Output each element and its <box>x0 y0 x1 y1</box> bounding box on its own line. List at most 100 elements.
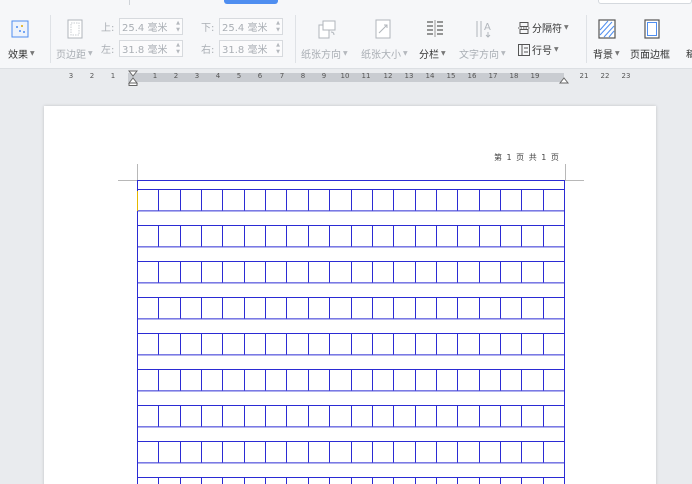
chevron-down-icon: ▼ <box>501 50 506 57</box>
ruler-tick-label: 7 <box>279 72 285 80</box>
horizontal-ruler[interactable]: 3 2 1 1 2 3 4 5 6 7 8 9 10 11 12 13 14 15 16 17 18 19 21 22 23 <box>0 70 692 86</box>
text-cursor <box>137 191 138 211</box>
ruler-tick-label: 1 <box>152 72 158 80</box>
ruler-tick-label: 18 <box>509 72 519 80</box>
spinner-arrows-icon[interactable]: ▲ ▼ <box>176 42 180 56</box>
ruler-tick-label: 11 <box>361 72 371 80</box>
margin-top-field: 上: 25.4 毫米 ▲ ▼ <box>101 18 183 35</box>
ruler-tick-label: 4 <box>215 72 221 80</box>
page-layout-ribbon: 效果 ▼ 页边距 ▼ 上: 25.4 毫米 ▲ ▼ 左: 31.8 毫米 ▲ ▼ 下: 25… <box>0 5 692 69</box>
page-border-icon[interactable] <box>641 18 663 40</box>
margin-bottom-label: 下: <box>201 23 215 34</box>
ruler-tick-label: 3 <box>68 72 74 80</box>
ruler-tick-label: 2 <box>173 72 179 80</box>
ruler-tick-label: 8 <box>300 72 306 80</box>
overflow-ribbon-item: 稿 <box>686 50 692 58</box>
chevron-down-icon: ▼ <box>615 50 620 57</box>
ribbon-separator <box>586 15 587 63</box>
ruler-tick-label: 22 <box>600 72 610 80</box>
margin-right-value: 31.8 毫米 <box>222 45 268 56</box>
manuscript-grid[interactable] <box>137 180 565 484</box>
line-numbers-icon <box>518 43 530 56</box>
page-border-label: 页面边框 <box>630 50 670 61</box>
margins-label: 页边距 <box>56 50 86 61</box>
columns-icon[interactable] <box>424 18 446 40</box>
background-label: 背景 <box>593 50 613 61</box>
crop-mark <box>565 180 584 181</box>
chevron-down-icon: ▼ <box>403 50 408 57</box>
first-line-indent-marker-icon[interactable] <box>127 70 139 90</box>
ruler-tick-label: 1 <box>110 72 116 80</box>
effects-icon[interactable] <box>9 18 31 40</box>
page-header-text[interactable]: 第 1 页 共 1 页 <box>494 152 560 163</box>
orientation-label: 纸张方向 <box>301 50 341 61</box>
search-box-edge[interactable] <box>598 0 692 4</box>
ruler-tick-label: 14 <box>425 72 435 80</box>
margin-bottom-input[interactable]: 25.4 毫米 ▲ ▼ <box>219 18 283 35</box>
ruler-tick-label: 16 <box>467 72 477 80</box>
paper-size-button[interactable]: 纸张大小 ▼ <box>361 46 408 61</box>
chevron-down-icon: ▼ <box>88 50 93 57</box>
ruler-tick-label: 5 <box>236 72 242 80</box>
line-numbers-label: 行号 <box>532 46 552 57</box>
chevron-down-icon: ▼ <box>554 46 559 53</box>
columns-button[interactable]: 分栏 ▼ <box>419 46 446 61</box>
margin-left-value: 31.8 毫米 <box>122 45 168 56</box>
margin-right-label: 右: <box>201 45 215 56</box>
margin-top-label: 上: <box>101 23 115 34</box>
background-icon[interactable] <box>596 18 618 40</box>
ruler-tick-label: 23 <box>621 72 631 80</box>
margin-left-label: 左: <box>101 45 115 56</box>
ruler-tick-label: 17 <box>488 72 498 80</box>
spinner-arrows-icon[interactable]: ▲ ▼ <box>276 20 280 34</box>
background-button[interactable]: 背景 ▼ <box>593 46 620 61</box>
ruler-tick-label: 13 <box>404 72 414 80</box>
margin-bottom-value: 25.4 毫米 <box>222 23 268 34</box>
right-indent-marker-icon[interactable] <box>558 70 570 90</box>
chevron-down-icon: ▼ <box>441 50 446 57</box>
margin-left-field: 左: 31.8 毫米 ▲ ▼ <box>101 40 183 57</box>
margin-right-input[interactable]: 31.8 毫米 ▲ ▼ <box>219 40 283 57</box>
text-direction-label: 文字方向 <box>459 50 499 61</box>
orientation-icon[interactable] <box>316 18 338 40</box>
paper-size-label: 纸张大小 <box>361 50 401 61</box>
crop-mark <box>137 164 138 180</box>
crop-mark <box>565 164 566 180</box>
breaks-button[interactable]: 分隔符 ▼ <box>518 20 569 35</box>
active-tab-indicator[interactable] <box>224 0 278 4</box>
paper-size-icon[interactable] <box>372 18 394 40</box>
svg-text:A: A <box>484 22 491 33</box>
spinner-arrows-icon[interactable]: ▲ ▼ <box>276 42 280 56</box>
crop-mark <box>118 180 137 181</box>
columns-label: 分栏 <box>419 50 439 61</box>
ribbon-separator <box>50 15 51 63</box>
effects-button[interactable]: 效果 ▼ <box>8 46 35 61</box>
effects-label: 效果 <box>8 50 28 61</box>
margins-button[interactable]: 页边距 ▼ <box>56 46 93 61</box>
margin-right-field: 右: 31.8 毫米 ▲ ▼ <box>201 40 283 57</box>
margin-left-input[interactable]: 31.8 毫米 ▲ ▼ <box>119 40 183 57</box>
chevron-down-icon: ▼ <box>564 24 569 31</box>
breaks-icon <box>518 21 530 34</box>
ruler-tick-label: 2 <box>89 72 95 80</box>
margin-bottom-field: 下: 25.4 毫米 ▲ ▼ <box>201 18 283 35</box>
ruler-tick-label: 3 <box>194 72 200 80</box>
breaks-label: 分隔符 <box>532 24 562 35</box>
text-direction-button[interactable]: 文字方向 ▼ <box>459 46 506 61</box>
chevron-down-icon: ▼ <box>343 50 348 57</box>
grid-lines <box>137 180 565 484</box>
margin-top-input[interactable]: 25.4 毫米 ▲ ▼ <box>119 18 183 35</box>
orientation-button[interactable]: 纸张方向 ▼ <box>301 46 348 61</box>
ruler-tick-label: 19 <box>530 72 540 80</box>
page-border-button[interactable]: 页面边框 <box>630 46 670 61</box>
spinner-arrows-icon[interactable]: ▲ ▼ <box>176 20 180 34</box>
ruler-tick-label: 21 <box>579 72 589 80</box>
text-direction-icon[interactable]: A <box>473 18 495 40</box>
margin-top-value: 25.4 毫米 <box>122 23 168 34</box>
margins-icon[interactable] <box>64 18 86 40</box>
ruler-tick-label: 10 <box>340 72 350 80</box>
ruler-tick-label: 9 <box>321 72 327 80</box>
ruler-tick-label: 12 <box>383 72 393 80</box>
line-numbers-button[interactable]: 行号 ▼ <box>518 42 559 57</box>
ruler-tick-label: 15 <box>446 72 456 80</box>
